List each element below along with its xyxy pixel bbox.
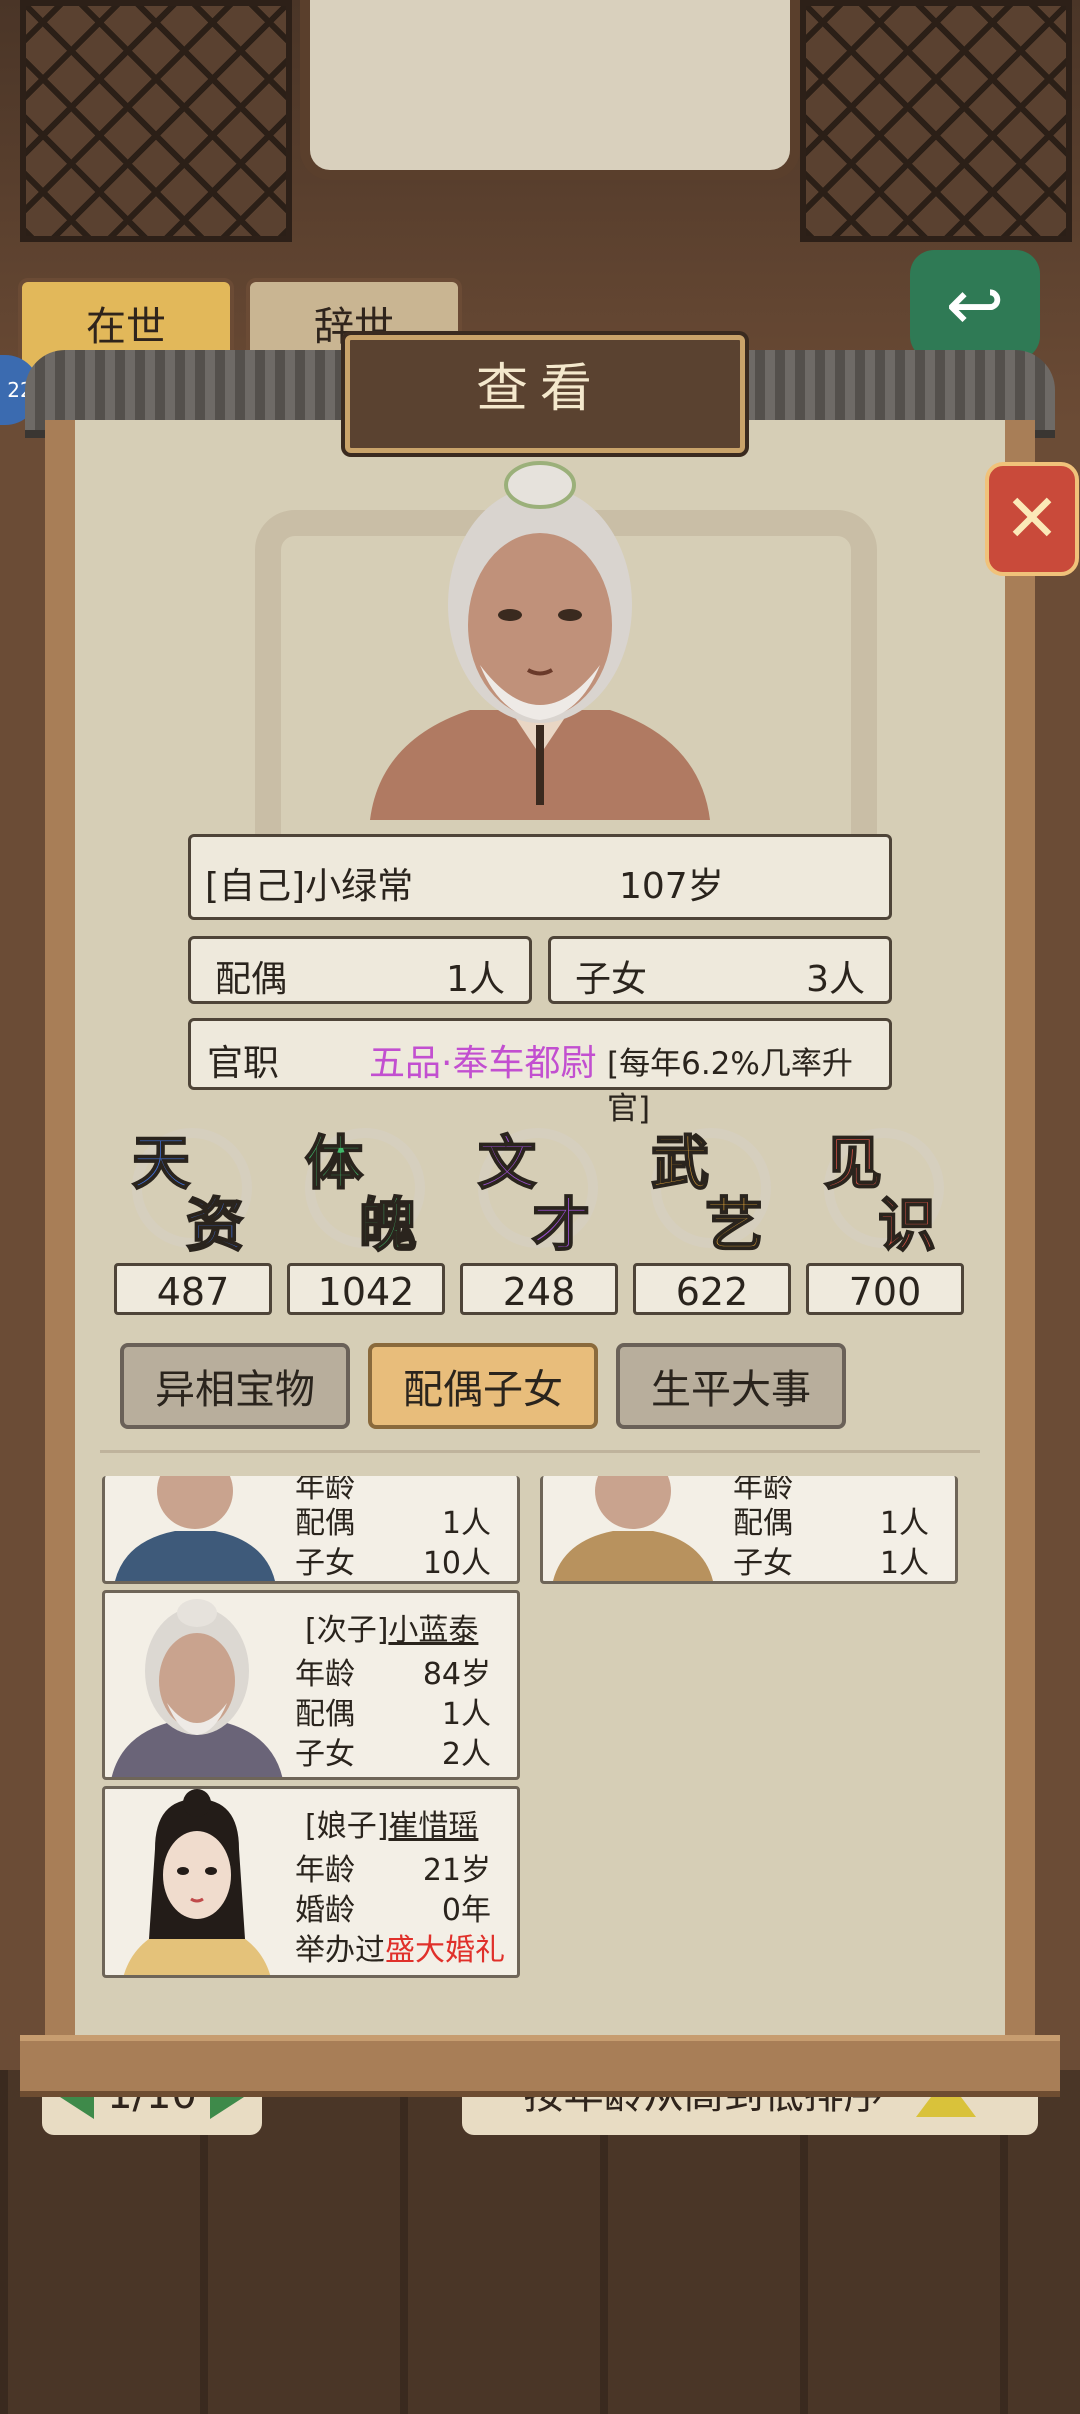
- stat-value: 248: [460, 1263, 618, 1315]
- spouse-value: 1人: [446, 959, 505, 1000]
- modal-frame-right: [1005, 420, 1035, 2050]
- stat-label-bottom: 识: [877, 1190, 937, 1260]
- card1-spouse-label: 配偶: [295, 1506, 355, 1541]
- modal-frame-left: [45, 420, 75, 2050]
- card4-age-value: 21岁: [422, 1853, 491, 1888]
- close-x-icon: ✕: [1004, 480, 1060, 557]
- card4-person-name[interactable]: 崔惜瑶: [388, 1809, 478, 1844]
- children-label: 子女: [575, 959, 648, 1000]
- stat-label-top: 文: [477, 1128, 537, 1198]
- elder-portrait: [370, 461, 710, 820]
- card3-children-label: 子女: [295, 1737, 355, 1772]
- self-name: [自己]小绿常: [205, 866, 414, 907]
- card3-spouse-value: 1人: [441, 1697, 491, 1732]
- card3-age-value: 84岁: [422, 1657, 491, 1692]
- stat-label-top: 天: [131, 1128, 191, 1198]
- family-card-2[interactable]: 年龄 配偶 1人 子女 1人: [540, 1476, 958, 1584]
- card3-relation: [次子]: [305, 1613, 389, 1648]
- family-card-1[interactable]: 年龄 配偶 1人 子女 10人: [102, 1476, 520, 1584]
- stat-label-bottom: 艺: [704, 1190, 764, 1260]
- card4-relation: [娘子]: [305, 1809, 389, 1844]
- spouse-count-row: 配偶 1人: [188, 936, 532, 1004]
- stat-icon-2: 文才: [458, 1120, 608, 1260]
- office-label: 官职: [207, 1043, 280, 1084]
- card3-children-value: 2人: [441, 1737, 491, 1772]
- stat-value: 1042: [287, 1263, 445, 1315]
- stat-label-bottom: 才: [531, 1190, 591, 1260]
- card4-marriage-label: 婚龄: [295, 1893, 355, 1928]
- back-button[interactable]: ↩: [910, 250, 1040, 360]
- card2-spouse-value: 1人: [879, 1506, 929, 1541]
- card3-name: [次子]小蓝泰: [305, 1605, 478, 1649]
- back-arrow-icon: ↩: [945, 264, 1005, 346]
- spouse-label: 配偶: [215, 959, 288, 1000]
- self-age: 107岁: [619, 866, 724, 907]
- card2-children-value: 1人: [879, 1546, 929, 1581]
- office-value: 五品·奉车都尉: [369, 1043, 597, 1084]
- stat-label-bottom: 资: [185, 1190, 245, 1260]
- tab-divider: [100, 1450, 980, 1453]
- card2-spouse-label: 配偶: [733, 1506, 793, 1541]
- card4-wedding: 举办过盛大婚礼: [295, 1925, 505, 1969]
- self-info-row: [自己]小绿常 107岁: [188, 834, 892, 920]
- card2-portrait: [553, 1476, 713, 1581]
- modal-title: 查看: [475, 359, 604, 419]
- card4-wedding-prefix: 举办过: [295, 1933, 385, 1968]
- card2-children-label: 子女: [733, 1546, 793, 1581]
- stat-icon-4: 见识: [804, 1120, 954, 1260]
- stat-label-top: 见: [823, 1128, 883, 1198]
- lattice-window-left: [20, 0, 292, 242]
- card1-children-label: 子女: [295, 1546, 355, 1581]
- family-card-4[interactable]: [娘子]崔惜瑶 年龄 21岁 婚龄 0年 举办过盛大婚礼: [102, 1786, 520, 1978]
- tab-life-events[interactable]: 生平大事: [616, 1343, 846, 1429]
- card4-name: [娘子]崔惜瑶: [305, 1801, 478, 1845]
- stat-icon-3: 武艺: [631, 1120, 781, 1260]
- stat-icon-0: 天资: [112, 1120, 262, 1260]
- card4-portrait: [123, 1789, 271, 1975]
- stat-value: 487: [114, 1263, 272, 1315]
- office-note: [每年6.2%几率升官]: [607, 1046, 853, 1127]
- painting-window: [300, 0, 800, 180]
- tab-family[interactable]: 配偶子女: [368, 1343, 598, 1429]
- card1-spouse-value: 1人: [441, 1506, 491, 1541]
- modal-footer-rail: [20, 2035, 1060, 2097]
- stat-value: 622: [633, 1263, 791, 1315]
- children-count-row: 子女 3人: [548, 936, 892, 1004]
- stat-label-bottom: 魄: [358, 1190, 418, 1260]
- card1-portrait: [115, 1476, 275, 1581]
- stat-label-top: 武: [650, 1128, 710, 1198]
- stat-icon-1: 体魄: [285, 1120, 435, 1260]
- children-value: 3人: [806, 959, 865, 1000]
- close-button[interactable]: ✕: [985, 462, 1079, 576]
- office-row: 官职 五品·奉车都尉 [每年6.2%几率升官]: [188, 1018, 892, 1127]
- stat-label-top: 体: [304, 1128, 364, 1198]
- card3-portrait: [111, 1599, 283, 1777]
- card3-person-name[interactable]: 小蓝泰: [388, 1613, 478, 1648]
- tab-treasures[interactable]: 异相宝物: [120, 1343, 350, 1429]
- card3-age-label: 年龄: [295, 1657, 355, 1692]
- card4-marriage-value: 0年: [441, 1893, 491, 1928]
- card4-age-label: 年龄: [295, 1853, 355, 1888]
- lattice-window-right: [800, 0, 1072, 242]
- card4-wedding-type: 盛大婚礼: [385, 1933, 505, 1968]
- stat-value: 700: [806, 1263, 964, 1315]
- card1-children-value: 10人: [422, 1546, 491, 1581]
- family-card-3[interactable]: [次子]小蓝泰 年龄 84岁 配偶 1人 子女 2人: [102, 1590, 520, 1780]
- card3-spouse-label: 配偶: [295, 1697, 355, 1732]
